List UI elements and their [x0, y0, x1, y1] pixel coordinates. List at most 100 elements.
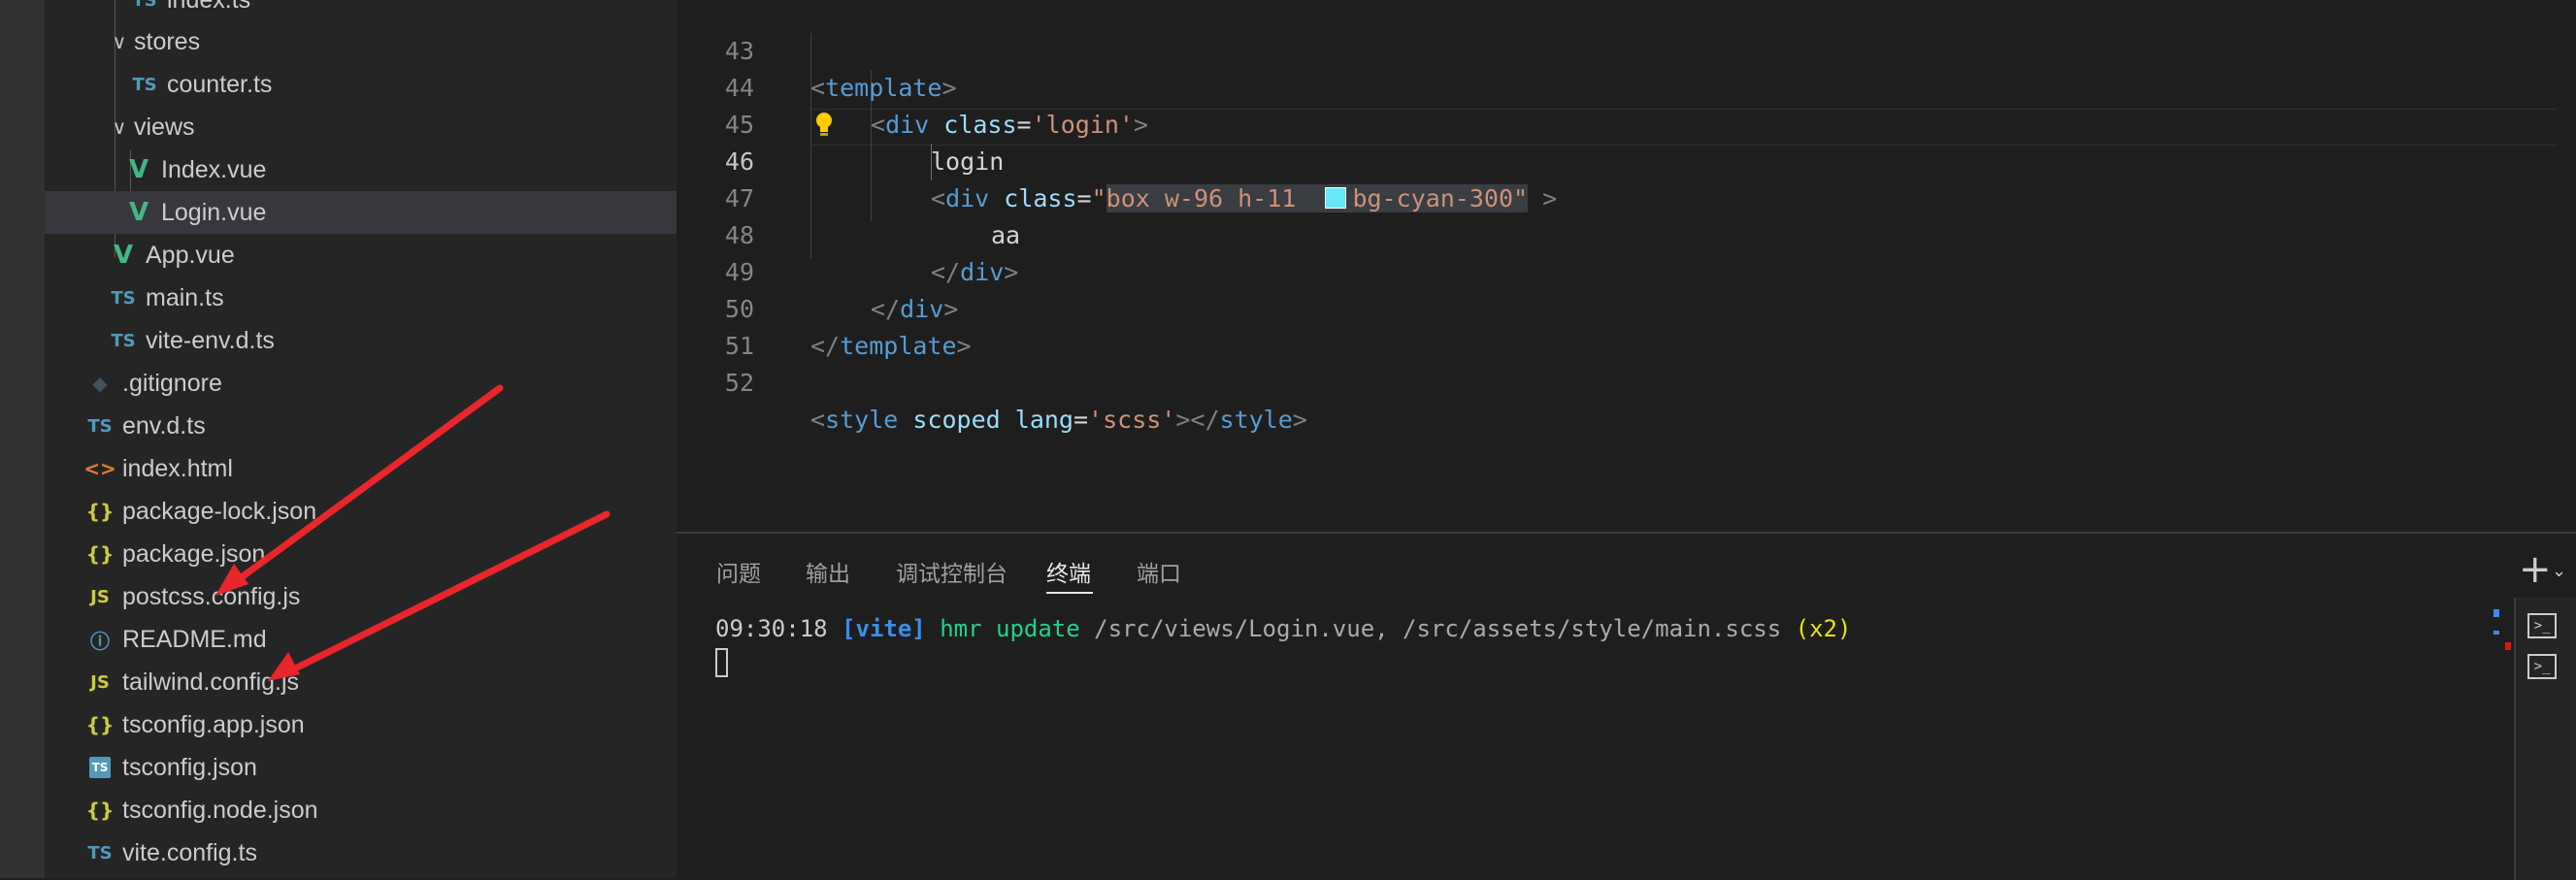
json-file-icon: {} [85, 713, 115, 736]
vue-file-icon: V [128, 198, 149, 227]
tree-item-tailwind-config-js[interactable]: JS tailwind.config.js [45, 661, 715, 703]
tab-debug-console[interactable]: 调试控制台 [896, 555, 1007, 588]
tree-item-label: index.ts [167, 0, 250, 15]
tree-folder-views[interactable]: ∨ views [45, 106, 737, 148]
token: </ [1190, 406, 1220, 434]
token: > [1175, 406, 1191, 434]
code-line-43: 43 <template> [677, 0, 2576, 102]
terminal-count: (x2) [1795, 615, 1852, 642]
overview-marker [2493, 609, 2499, 617]
tree-item-label: tsconfig.app.json [122, 710, 305, 738]
tab-ports[interactable]: 端口 [1137, 555, 1181, 588]
code-line-49: 49 </div> [677, 217, 2576, 323]
code-line-46: 46 <div class="box w-96 h-11 bg-cyan-300… [677, 107, 2576, 212]
tab-terminal[interactable]: 终端 [1046, 555, 1091, 588]
tree-item-gitignore[interactable]: ◆ .gitignore [45, 362, 715, 405]
json-file-icon: {} [85, 799, 115, 822]
tree-item-package-lock-json[interactable]: {} package-lock.json [45, 490, 715, 533]
terminal-instance-icon[interactable]: >_ [2527, 613, 2557, 638]
typescript-file-icon: TS [132, 0, 157, 11]
chevron-down-icon: ∨ [112, 115, 127, 139]
tree-item-tsconfig-node-json[interactable]: {} tsconfig.node.json [45, 789, 715, 831]
line-number: 52 [724, 369, 754, 397]
token: style [825, 406, 899, 434]
tree-item-label: Index.vue [161, 155, 267, 183]
tree-item-vite-config-ts[interactable]: TS vite.config.ts [45, 831, 715, 874]
git-file-icon: ◆ [92, 372, 108, 395]
tree-item-label: tsconfig.node.json [122, 796, 318, 824]
tree-item-label: index.html [122, 454, 233, 482]
tree-item-label: App.vue [146, 241, 235, 269]
typescript-file-icon: TS [111, 330, 136, 351]
code-line-45: 45 login [677, 70, 2576, 176]
token: = [1073, 406, 1089, 434]
tree-item-label: counter.ts [167, 70, 273, 98]
typescript-file-icon: TS [132, 74, 157, 95]
json-file-icon: {} [85, 500, 115, 523]
typescript-file-icon: TS [111, 287, 136, 309]
tab-output[interactable]: 输出 [806, 555, 850, 588]
overview-marker [2505, 642, 2511, 650]
tree-item-label: vite.config.ts [122, 838, 257, 866]
tree-item-label: package.json [122, 539, 266, 568]
tree-item-main-ts[interactable]: TS main.ts [45, 277, 739, 319]
tree-item-app-vue[interactable]: V App.vue [45, 234, 739, 277]
tree-item-label: tailwind.config.js [122, 668, 300, 696]
token: > [1292, 406, 1307, 434]
terminal-dropdown-icon[interactable]: ⌄ [2552, 561, 2566, 581]
tsconfig-file-icon: TS [89, 757, 111, 778]
javascript-file-icon: JS [90, 671, 110, 693]
terminal-tag: [vite] [842, 615, 926, 642]
tab-problems[interactable]: 问题 [716, 555, 761, 588]
overview-marker [2493, 631, 2499, 635]
tree-item-label: postcss.config.js [122, 582, 301, 610]
tree-item-tsconfig-app-json[interactable]: {} tsconfig.app.json [45, 703, 715, 746]
active-tab-indicator [1046, 592, 1093, 594]
tree-item-label: views [134, 113, 195, 141]
vue-file-icon: V [113, 241, 134, 270]
code-content: <style scoped lang='scss'></style> [810, 402, 1307, 439]
token: lang [1014, 406, 1073, 434]
terminal-instance-icon[interactable]: >_ [2527, 654, 2557, 679]
tree-item-env-d-ts[interactable]: TS env.d.ts [45, 405, 715, 447]
terminal-paths: /src/views/Login.vue, /src/assets/style/… [1094, 615, 1782, 642]
activity-bar [0, 0, 45, 878]
code-line-47: 47 aa [677, 144, 2576, 249]
tree-item-label: README.md [122, 625, 267, 653]
tree-item-vite-env-d-ts[interactable]: TS vite-env.d.ts [45, 319, 739, 362]
code-line-50: 50 </template> [677, 254, 2576, 360]
typescript-file-icon: TS [87, 842, 113, 864]
tree-item-index-vue[interactable]: V Index.vue [45, 148, 754, 191]
tree-item-login-vue[interactable]: V Login.vue [45, 191, 754, 234]
token: 'scss' [1088, 406, 1176, 434]
tree-item-index-html[interactable]: <> index.html [45, 447, 715, 490]
code-line-51: 51 [677, 291, 2576, 360]
tree-item-label: .gitignore [122, 369, 222, 397]
explorer-sidebar: TS index.ts ∨ stores TS counter.ts ∨ views V… [45, 0, 754, 878]
token: < [810, 406, 826, 434]
json-file-icon: {} [85, 542, 115, 566]
new-terminal-button[interactable]: + [2519, 547, 2552, 592]
tree-item-label: Login.vue [161, 198, 267, 226]
tree-item-label: tsconfig.json [122, 753, 257, 781]
terminal-cursor[interactable] [715, 648, 728, 677]
tree-item-readme-md[interactable]: ⓘ README.md [45, 618, 715, 661]
javascript-file-icon: JS [90, 586, 110, 607]
tree-item-index-ts[interactable]: TS index.ts [45, 0, 760, 21]
token: style [1219, 406, 1293, 434]
tree-item-label: main.ts [146, 283, 224, 311]
code-line-44: 44 <div class='login'> [677, 33, 2576, 139]
html-file-icon: <> [83, 457, 116, 480]
tree-item-counter-ts[interactable]: TS counter.ts [45, 63, 760, 106]
tree-item-label: package-lock.json [122, 497, 317, 525]
tree-folder-stores[interactable]: ∨ stores [45, 20, 737, 63]
chevron-down-icon: ∨ [112, 30, 127, 53]
tree-item-package-json[interactable]: {} package.json [45, 533, 715, 575]
typescript-file-icon: TS [87, 415, 113, 437]
tree-item-postcss-config-js[interactable]: JS postcss.config.js [45, 575, 715, 618]
tree-item-label: vite-env.d.ts [146, 326, 275, 354]
code-line-52: 52 <style scoped lang='scss'></style> [677, 328, 2576, 434]
code-line-48: 48 </div> [677, 180, 2576, 286]
tree-item-tsconfig-json[interactable]: TS tsconfig.json [45, 746, 715, 789]
code-editor[interactable]: 43 <template> 44 <div class='login'> 45 … [677, 0, 2576, 532]
